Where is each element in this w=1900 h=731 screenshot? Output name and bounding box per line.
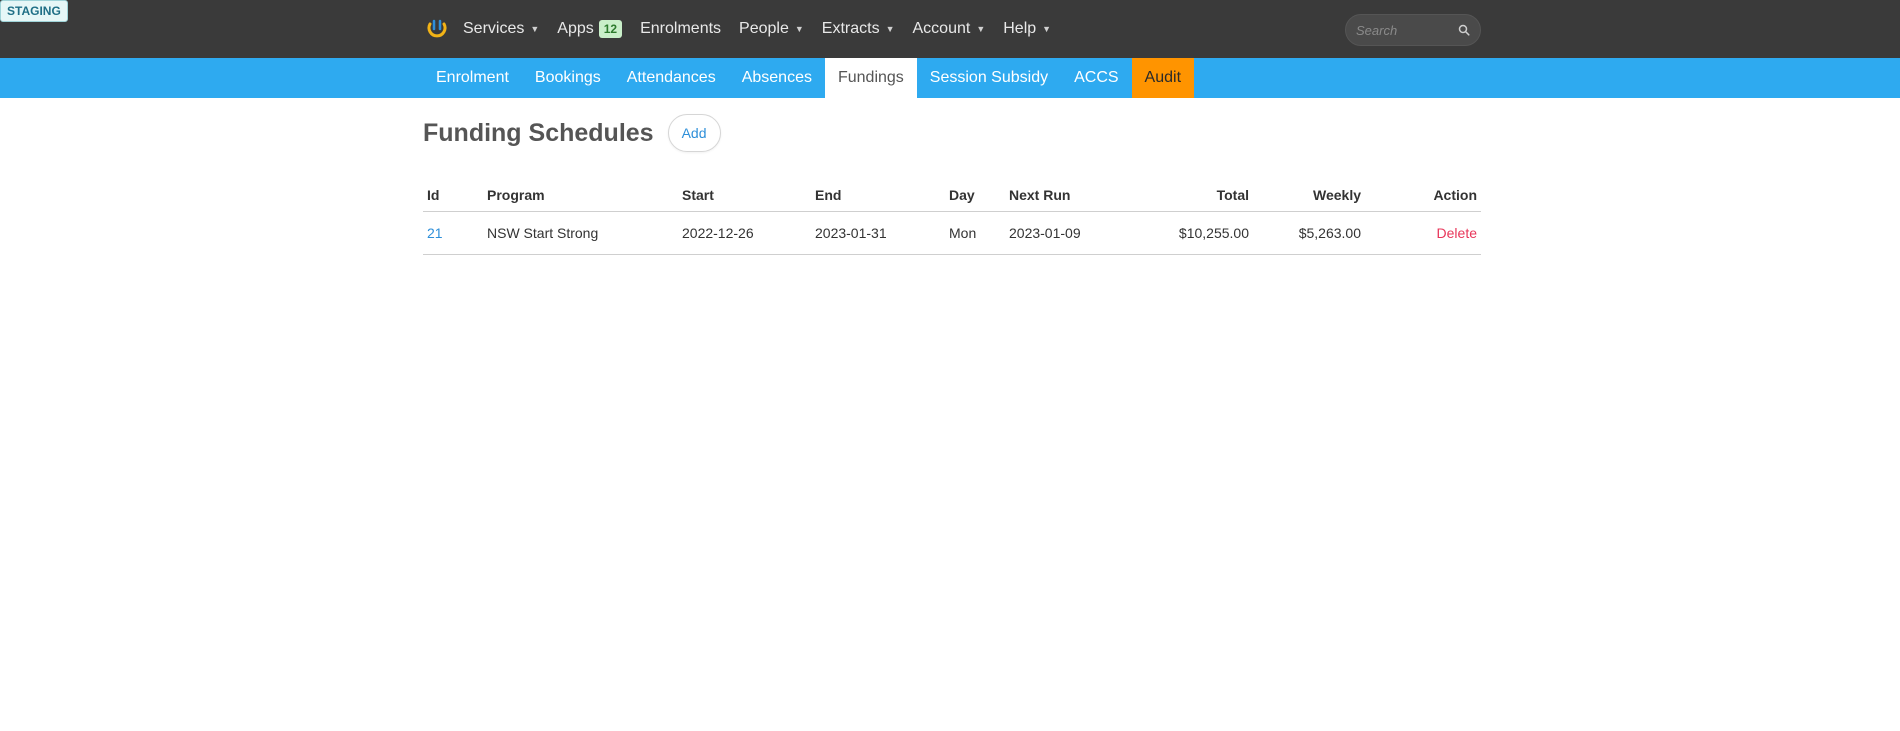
column-header-action: Action — [1365, 179, 1481, 212]
cell-day: Mon — [945, 211, 1005, 255]
staging-badge: STAGING — [0, 0, 68, 22]
cell-id: 21 — [423, 211, 483, 255]
chevron-down-icon: ▼ — [530, 24, 540, 34]
nav-enrolments[interactable]: Enrolments — [640, 20, 721, 38]
nav-help-label: Help — [1003, 20, 1037, 37]
column-header-total: Total — [1135, 179, 1253, 212]
nav-account-label: Account — [912, 20, 971, 37]
cell-action: Delete — [1365, 211, 1481, 255]
nav-services-label: Services — [463, 20, 525, 37]
nav-people[interactable]: People ▼ — [739, 20, 804, 38]
table-header-row: Id Program Start End Day Next Run Total … — [423, 179, 1481, 212]
page-title: Funding Schedules — [423, 118, 654, 147]
column-header-program: Program — [483, 179, 678, 212]
tab-accs[interactable]: ACCS — [1061, 58, 1131, 98]
cell-next-run: 2023-01-09 — [1005, 211, 1135, 255]
cell-program: NSW Start Strong — [483, 211, 678, 255]
funding-id-link[interactable]: 21 — [427, 225, 443, 241]
top-navbar: Services ▼ Apps 12 Enrolments People ▼ E… — [0, 0, 1900, 58]
search-icon[interactable] — [1458, 24, 1470, 36]
chevron-down-icon: ▼ — [1042, 24, 1052, 34]
nav-help[interactable]: Help ▼ — [1003, 20, 1051, 38]
tab-bookings[interactable]: Bookings — [522, 58, 614, 98]
nav-extracts-label: Extracts — [821, 20, 880, 37]
tab-audit[interactable]: Audit — [1131, 58, 1195, 98]
column-header-end: End — [811, 179, 945, 212]
chevron-down-icon: ▼ — [794, 24, 804, 34]
nav-services[interactable]: Services ▼ — [463, 20, 539, 38]
nav-people-label: People — [739, 20, 789, 37]
app-logo-icon[interactable] — [423, 15, 451, 43]
search-input[interactable] — [1356, 22, 1446, 38]
cell-start: 2022-12-26 — [678, 211, 811, 255]
add-button[interactable]: Add — [667, 114, 721, 152]
nav-apps-label: Apps — [557, 20, 594, 37]
tab-fundings[interactable]: Fundings — [824, 58, 917, 98]
chevron-down-icon: ▼ — [885, 24, 895, 34]
nav-apps[interactable]: Apps 12 — [557, 20, 623, 38]
column-header-id: Id — [423, 179, 483, 212]
delete-link[interactable]: Delete — [1437, 225, 1477, 241]
tab-attendances[interactable]: Attendances — [614, 58, 729, 98]
column-header-day: Day — [945, 179, 1005, 212]
cell-weekly: $5,263.00 — [1253, 211, 1365, 255]
table-row: 21 NSW Start Strong 2022-12-26 2023-01-3… — [423, 211, 1481, 255]
funding-schedules-table: Id Program Start End Day Next Run Total … — [423, 179, 1481, 255]
apps-count-badge: 12 — [598, 20, 623, 38]
search-box — [1345, 14, 1481, 46]
tab-enrolment[interactable]: Enrolment — [423, 58, 522, 98]
nav-account[interactable]: Account ▼ — [913, 20, 986, 38]
top-navbar-inner: Services ▼ Apps 12 Enrolments People ▼ E… — [423, 0, 1480, 58]
tab-session-subsidy[interactable]: Session Subsidy — [917, 58, 1061, 98]
nav-enrolments-label: Enrolments — [640, 20, 722, 37]
heading-row: Funding Schedules Add — [423, 112, 1481, 154]
sub-navbar-tabs: Enrolment Bookings Attendances Absences … — [423, 58, 1195, 98]
column-header-next-run: Next Run — [1005, 179, 1135, 212]
column-header-weekly: Weekly — [1253, 179, 1365, 212]
cell-total: $10,255.00 — [1135, 211, 1253, 255]
sub-navbar: Enrolment Bookings Attendances Absences … — [0, 58, 1900, 98]
column-header-start: Start — [678, 179, 811, 212]
cell-end: 2023-01-31 — [811, 211, 945, 255]
chevron-down-icon: ▼ — [976, 24, 986, 34]
nav-extracts[interactable]: Extracts ▼ — [822, 20, 895, 38]
tab-absences[interactable]: Absences — [729, 58, 825, 98]
main-content: Funding Schedules Add Id Program Start E… — [423, 112, 1481, 255]
